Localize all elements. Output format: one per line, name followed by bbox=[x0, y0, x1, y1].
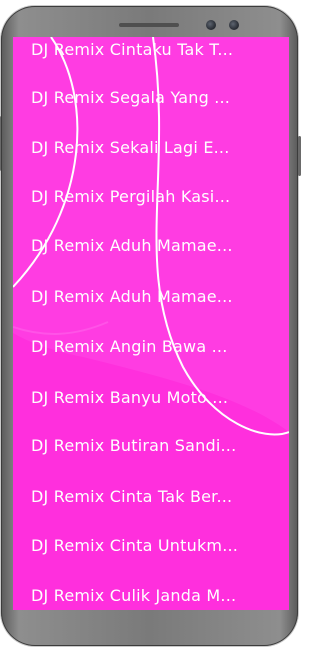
list-item[interactable]: DJ Remix Angin Bawa ... bbox=[13, 321, 289, 371]
list-item-label: DJ Remix Segala Yang ... bbox=[31, 87, 231, 107]
sensor-icon bbox=[229, 20, 239, 30]
list-item[interactable]: DJ Remix Aduh Mamae... bbox=[13, 220, 289, 270]
list-item-label: DJ Remix Angin Bawa ... bbox=[31, 336, 228, 356]
list-item-label: DJ Remix Cintaku Tak T... bbox=[31, 39, 234, 59]
list-item[interactable]: DJ Remix Butiran Sandi... bbox=[13, 420, 289, 470]
earpiece-speaker bbox=[119, 23, 179, 27]
list-item-label: DJ Remix Aduh Mamae... bbox=[31, 286, 233, 306]
list-item-label: DJ Remix Culik Janda M... bbox=[31, 585, 237, 605]
list-item[interactable]: DJ Remix Cinta Untukm... bbox=[13, 520, 289, 570]
list-item[interactable]: DJ Remix Sekali Lagi E... bbox=[13, 122, 289, 172]
list-item-label: DJ Remix Butiran Sandi... bbox=[31, 435, 237, 455]
list-item-label: DJ Remix Cinta Tak Ber... bbox=[31, 486, 233, 506]
app-screen: DJ Remix Cintaku Tak T... DJ Remix Segal… bbox=[13, 37, 289, 610]
list-item-label: DJ Remix Pergilah Kasi... bbox=[31, 186, 231, 206]
list-item-label: DJ Remix Banyu Moto ... bbox=[31, 387, 229, 407]
list-item[interactable]: DJ Remix Pergilah Kasi... bbox=[13, 171, 289, 221]
power-button bbox=[298, 136, 301, 176]
list-item[interactable]: DJ Remix Cinta Tak Ber... bbox=[13, 471, 289, 521]
list-item-label: DJ Remix Cinta Untukm... bbox=[31, 535, 239, 555]
list-item[interactable]: DJ Remix Banyu Moto ... bbox=[13, 372, 289, 422]
volume-button bbox=[0, 116, 1, 171]
list-item-label: DJ Remix Aduh Mamae... bbox=[31, 235, 233, 255]
list-item[interactable]: DJ Remix Segala Yang ... bbox=[13, 72, 289, 122]
list-item-label: DJ Remix Sekali Lagi E... bbox=[31, 137, 230, 157]
list-item[interactable]: DJ Remix Cintaku Tak T... bbox=[13, 37, 289, 74]
front-camera-icon bbox=[206, 20, 216, 30]
list-item[interactable]: DJ Remix Aduh Mamae... bbox=[13, 271, 289, 321]
list-item[interactable]: DJ Remix Culik Janda M... bbox=[13, 570, 289, 610]
